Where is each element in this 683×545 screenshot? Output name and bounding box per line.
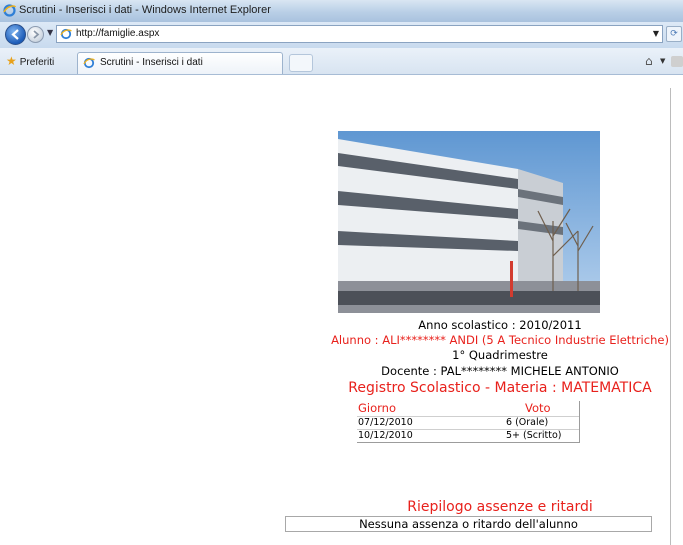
absences-message: Nessuna assenza o ritardo dell'alunno bbox=[285, 516, 652, 532]
forward-arrow-icon bbox=[33, 30, 40, 39]
back-button[interactable] bbox=[5, 24, 26, 45]
refresh-icon: ⟳ bbox=[670, 29, 678, 39]
history-dropdown-icon[interactable]: ▼ bbox=[47, 28, 53, 37]
browser-tab[interactable]: Scrutini - Inserisci i dati bbox=[77, 52, 283, 74]
grade-value: 6 (Orale) bbox=[506, 417, 549, 428]
grades-table: Giorno Voto 07/12/2010 6 (Orale) 10/12/2… bbox=[357, 401, 580, 443]
favorites-button[interactable]: ★ Preferiti bbox=[6, 54, 54, 68]
url-text[interactable]: http://famiglie.aspx bbox=[76, 28, 159, 39]
school-year: Anno scolastico : 2010/2011 bbox=[418, 318, 582, 332]
window-title: Scrutini - Inserisci i dati - Windows In… bbox=[19, 4, 271, 16]
favorites-label: Preferiti bbox=[19, 57, 55, 68]
tab-page-icon bbox=[83, 57, 95, 69]
new-tab-button[interactable] bbox=[289, 54, 313, 72]
ie-icon bbox=[3, 4, 16, 17]
page-divider bbox=[670, 88, 671, 545]
term-label: 1° Quadrimestre bbox=[452, 348, 548, 362]
favorites-tab-bar: ★ Preferiti Scrutini - Inserisci i dati ⌂… bbox=[0, 48, 683, 75]
register-title: Registro Scolastico - Materia : MATEMATI… bbox=[348, 380, 652, 396]
feeds-icon[interactable] bbox=[671, 56, 683, 67]
grade-date: 10/12/2010 bbox=[358, 430, 413, 441]
back-arrow-icon bbox=[11, 29, 19, 40]
forward-button[interactable] bbox=[27, 26, 44, 43]
student-info: Alunno : ALI******** ANDI (5 A Tecnico I… bbox=[331, 333, 669, 347]
address-toolbar: ▼ http://famiglie.aspx ▼ ⟳ bbox=[0, 22, 683, 48]
absences-title: Riepilogo assenze e ritardi bbox=[407, 499, 593, 515]
page-icon bbox=[60, 28, 72, 40]
grades-header-day: Giorno bbox=[358, 401, 396, 415]
window-title-bar: Scrutini - Inserisci i dati - Windows In… bbox=[0, 0, 683, 23]
teacher-info: Docente : PAL******** MICHELE ANTONIO bbox=[381, 364, 619, 378]
tab-label: Scrutini - Inserisci i dati bbox=[100, 57, 203, 68]
home-dropdown-icon[interactable]: ▼ bbox=[660, 57, 665, 65]
grade-value: 5+ (Scritto) bbox=[506, 430, 562, 441]
address-bar[interactable]: http://famiglie.aspx ▼ bbox=[56, 25, 663, 43]
refresh-button[interactable]: ⟳ bbox=[666, 26, 682, 42]
home-icon[interactable]: ⌂ bbox=[645, 54, 653, 68]
grade-date: 07/12/2010 bbox=[358, 417, 413, 428]
favorites-star-icon: ★ bbox=[6, 54, 17, 68]
school-building-photo bbox=[338, 131, 600, 313]
grades-header-grade: Voto bbox=[525, 401, 551, 415]
address-dropdown-icon[interactable]: ▼ bbox=[653, 29, 659, 38]
